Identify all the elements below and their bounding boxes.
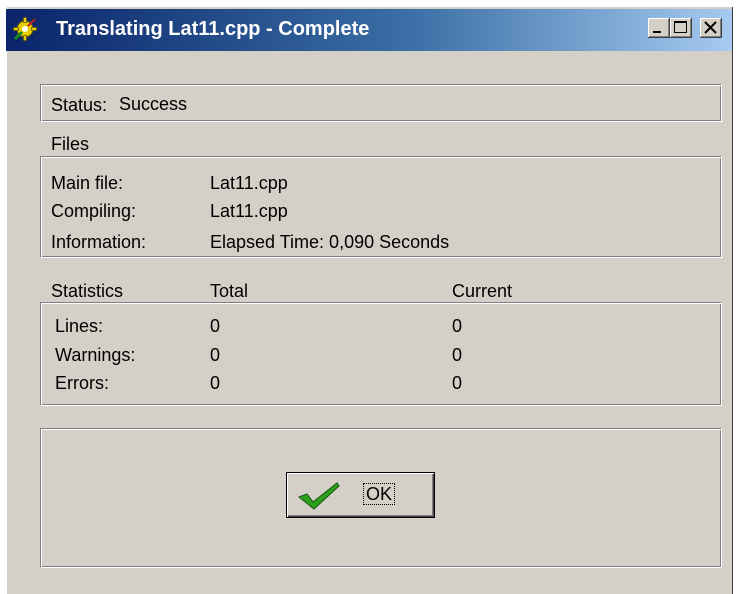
ok-button-label: OK [362,483,396,505]
close-button[interactable] [700,18,722,38]
information-label: Information: [51,232,147,252]
warnings-total: 0 [210,345,221,365]
compiling-value: Lat11.cpp [210,201,288,221]
compiling-label: Compiling: [51,201,137,221]
maximize-button[interactable] [670,18,692,38]
warnings-label: Warnings: [55,345,136,365]
lines-total: 0 [210,316,221,336]
errors-label: Errors: [55,373,109,393]
warnings-current: 0 [452,345,463,365]
checkmark-icon [297,481,341,516]
close-icon [704,21,717,34]
errors-current: 0 [452,373,463,393]
maximize-icon [674,21,687,33]
files-heading: Files [51,134,90,154]
statistics-total-header: Total [210,281,249,301]
statistics-group [40,302,722,406]
title-bar[interactable]: Translating Lat11.cpp - Complete [6,9,732,51]
lines-current: 0 [452,316,463,336]
main-file-label: Main file: [51,173,124,193]
ok-button[interactable]: OK [286,472,435,518]
statistics-current-header: Current [452,281,513,301]
status-value: Success [119,94,188,114]
errors-total: 0 [210,373,221,393]
main-file-value: Lat11.cpp [210,173,288,193]
minimize-button[interactable] [648,18,670,38]
app-gear-icon [13,17,37,41]
information-value: Elapsed Time: 0,090 Seconds [210,232,450,252]
status-label: Status: [51,95,108,115]
minimize-icon [653,31,661,33]
window-title: Translating Lat11.cpp - Complete [56,18,370,40]
statistics-heading: Statistics [51,281,124,301]
lines-label: Lines: [55,316,104,336]
